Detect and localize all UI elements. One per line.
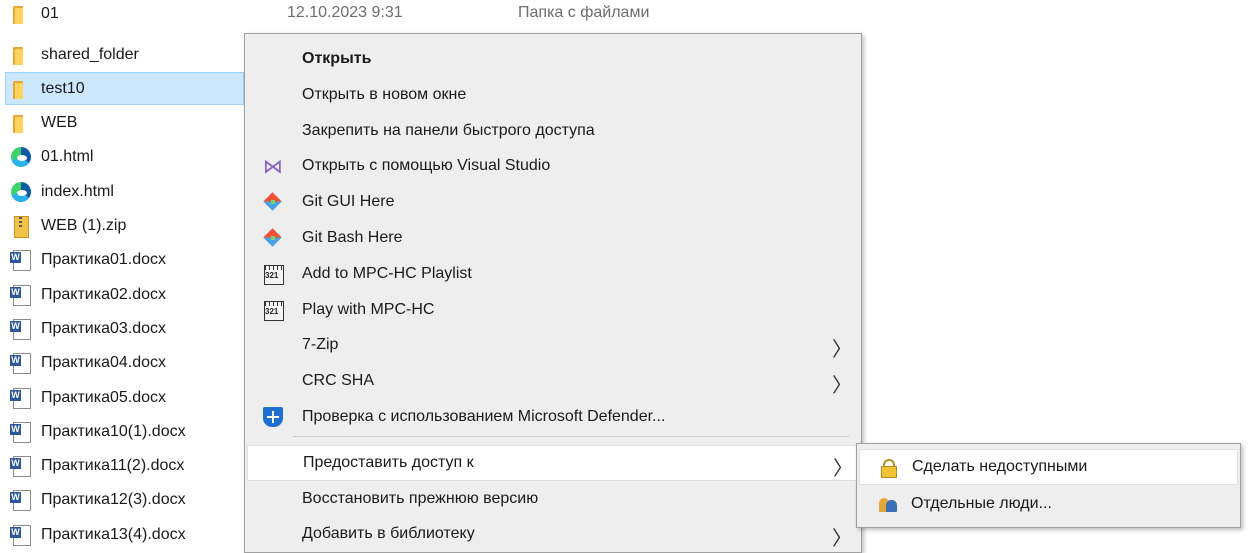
file-name: shared_folder — [41, 45, 139, 63]
menu-item-label: Закрепить на панели быстрого доступа — [302, 121, 595, 139]
file-name: 01 — [41, 5, 59, 22]
menu-item-label: Восстановить прежнюю версию — [302, 489, 539, 507]
submenu-item-label: Отдельные люди... — [911, 495, 1052, 512]
menu-item[interactable]: Открыть в новом окне — [247, 77, 859, 113]
submenu-item-label: Сделать недоступными — [912, 458, 1088, 475]
word-doc-icon — [10, 421, 32, 443]
file-name: Практика12(3).docx — [41, 491, 186, 509]
edge-icon — [10, 181, 32, 203]
lock-icon — [880, 458, 898, 478]
menu-item[interactable]: Play with MPC-HC — [247, 292, 859, 328]
menu-item[interactable]: 7-Zip 〉 — [247, 327, 859, 363]
menu-item-label: Добавить в библиотеку — [302, 525, 475, 543]
submenu-item[interactable]: Сделать недоступными — [859, 449, 1238, 485]
file-name: index.html — [41, 182, 114, 200]
file-row-top[interactable]: 01 — [10, 3, 244, 25]
file-row[interactable]: WEB — [10, 107, 244, 140]
folder-icon — [10, 44, 32, 66]
file-row[interactable]: Практика13(4).docx — [10, 518, 244, 551]
file-row[interactable]: index.html — [10, 175, 244, 208]
share-submenu: Сделать недоступными Отдельные люди... — [856, 443, 1241, 528]
chevron-right-icon: 〉 — [832, 337, 852, 362]
mpc-hc-icon — [263, 264, 284, 285]
menu-separator — [293, 436, 849, 437]
file-row[interactable]: 01.html — [10, 141, 244, 174]
people-icon — [879, 494, 897, 512]
file-name: Практика03.docx — [41, 319, 167, 337]
menu-item[interactable]: Git GUI Here — [247, 184, 859, 220]
menu-item-label: Предоставить доступ к — [303, 453, 474, 471]
file-name: Практика13(4).docx — [41, 525, 186, 543]
menu-item-label: Git GUI Here — [302, 193, 395, 211]
menu-item[interactable]: Открыть — [247, 41, 859, 77]
folder-icon — [10, 112, 32, 134]
menu-item-label: Открыть в новом окне — [302, 85, 467, 103]
file-row[interactable]: WEB (1).zip — [10, 210, 244, 243]
word-doc-icon — [10, 455, 32, 478]
item-type: Папка с файлами — [518, 4, 650, 21]
word-doc-icon — [10, 318, 32, 340]
file-row[interactable]: shared_folder — [10, 38, 244, 71]
word-doc-icon — [10, 489, 32, 512]
file-row[interactable]: Практика02.docx — [10, 278, 244, 311]
menu-item[interactable]: Закрепить на панели быстрого доступа — [247, 113, 859, 149]
menu-item-label: Git Bash Here — [302, 229, 403, 246]
file-name: Практика05.docx — [41, 388, 167, 406]
visual-studio-icon — [263, 154, 283, 178]
file-row[interactable]: Практика11(2).docx — [10, 450, 244, 483]
word-doc-icon — [10, 524, 32, 546]
submenu-item[interactable]: Отдельные люди... — [859, 486, 1238, 522]
git-icon — [263, 228, 283, 248]
chevron-right-icon: 〉 — [832, 373, 852, 398]
mpc-hc-icon — [263, 300, 284, 321]
folder-icon — [10, 3, 32, 25]
file-row[interactable]: Практика10(1).docx — [10, 415, 244, 448]
file-name: test10 — [41, 79, 85, 97]
file-name: Практика02.docx — [41, 285, 167, 303]
menu-item-label: Play with MPC-HC — [302, 300, 435, 318]
context-menu: Открыть Открыть в новом окне Закрепить на … — [244, 33, 862, 553]
file-name: Практика11(2).docx — [41, 457, 185, 475]
file-row[interactable]: test10 — [5, 72, 244, 106]
file-name: Практика01.docx — [41, 251, 167, 269]
file-name: WEB (1).zip — [41, 217, 127, 234]
file-name: Практика04.docx — [41, 354, 167, 372]
menu-item-label: Проверка с использованием Microsoft Defe… — [302, 408, 666, 425]
folder-icon — [10, 78, 32, 100]
menu-item-label: CRC SHA — [302, 372, 375, 390]
file-row[interactable]: Практика03.docx — [10, 312, 244, 345]
menu-item-label: Открыть — [302, 50, 372, 67]
menu-item[interactable]: Восстановить прежнюю версию — [247, 481, 859, 517]
word-doc-icon — [10, 387, 32, 409]
menu-item-label: Открыть с помощью Visual Studio — [302, 157, 551, 175]
menu-item-label: Add to MPC-HC Playlist — [302, 264, 472, 282]
file-row[interactable]: Практика05.docx — [10, 381, 244, 414]
word-doc-icon — [10, 249, 32, 272]
menu-item[interactable]: Проверка с использованием Microsoft Defe… — [247, 399, 859, 435]
edge-icon — [10, 146, 32, 168]
git-icon — [263, 192, 283, 212]
file-name: Практика10(1).docx — [41, 422, 186, 440]
file-name: WEB — [41, 114, 78, 132]
zip-icon — [10, 215, 32, 238]
menu-item[interactable]: Открыть с помощью Visual Studio — [247, 148, 859, 184]
date-modified: 12.10.2023 9:31 — [287, 4, 403, 21]
menu-item[interactable]: Добавить в библиотеку 〉 — [247, 516, 859, 552]
menu-item[interactable]: Предоставить доступ к 〉 — [247, 444, 859, 481]
chevron-right-icon: 〉 — [832, 526, 852, 551]
menu-item[interactable]: Git Bash Here — [247, 220, 859, 256]
chevron-right-icon: 〉 — [833, 455, 853, 480]
word-doc-icon — [10, 284, 32, 306]
file-row[interactable]: Практика04.docx — [10, 347, 244, 380]
file-row[interactable]: Практика12(3).docx — [10, 484, 244, 517]
file-row[interactable]: Практика01.docx — [10, 244, 244, 277]
menu-item[interactable]: Add to MPC-HC Playlist — [247, 256, 859, 292]
defender-shield-icon — [263, 407, 283, 427]
menu-item[interactable]: CRC SHA 〉 — [247, 363, 859, 399]
menu-item-label: 7-Zip — [302, 336, 339, 354]
word-doc-icon — [10, 352, 32, 375]
file-name: 01.html — [41, 148, 94, 166]
